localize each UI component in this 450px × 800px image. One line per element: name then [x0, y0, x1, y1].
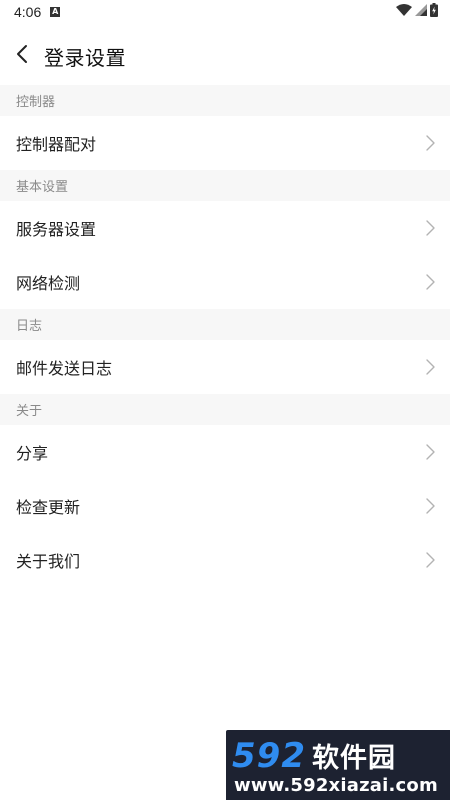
- row-label: 分享: [16, 444, 49, 463]
- page-title: 登录设置: [44, 45, 126, 70]
- chevron-right-icon: [424, 358, 436, 376]
- chevron-right-icon: [424, 219, 436, 237]
- signal-icon: [415, 4, 427, 20]
- back-button[interactable]: [0, 28, 44, 84]
- notification-badge: A: [50, 7, 61, 17]
- section-header-basic-settings: 基本设置: [0, 170, 450, 201]
- row-share[interactable]: 分享: [0, 425, 450, 479]
- battery-icon: [430, 3, 438, 21]
- watermark-brand: 592 软件园: [232, 736, 396, 776]
- row-controller-pairing[interactable]: 控制器配对: [0, 116, 450, 170]
- chevron-left-icon: [16, 44, 28, 68]
- watermark-number: 592: [232, 736, 306, 776]
- status-time: 4:06: [14, 4, 42, 20]
- chevron-right-icon: [424, 497, 436, 515]
- watermark-url: www.592xiazai.com: [234, 775, 438, 796]
- section-title: 基本设置: [16, 180, 69, 195]
- watermark-brand-name: 软件园: [311, 743, 396, 774]
- chevron-right-icon: [424, 443, 436, 461]
- status-bar: 4:06 A: [0, 0, 450, 24]
- section-header-about: 关于: [0, 394, 450, 425]
- chevron-right-icon: [424, 551, 436, 569]
- chevron-right-icon: [424, 273, 436, 291]
- chevron-right-icon: [424, 134, 436, 152]
- row-label: 网络检测: [16, 274, 81, 293]
- row-server-settings[interactable]: 服务器设置: [0, 201, 450, 255]
- wifi-icon: [396, 4, 412, 20]
- section-title: 日志: [16, 319, 43, 334]
- row-network-check[interactable]: 网络检测: [0, 255, 450, 309]
- row-label: 控制器配对: [16, 135, 97, 154]
- section-header-log: 日志: [0, 309, 450, 340]
- watermark-logo: 592 软件园 www.592xiazai.com: [226, 730, 450, 800]
- section-title: 关于: [16, 404, 43, 419]
- app-bar: 登录设置: [0, 28, 450, 84]
- row-check-update[interactable]: 检查更新: [0, 479, 450, 533]
- section-title: 控制器: [16, 95, 56, 110]
- section-header-controller: 控制器: [0, 85, 450, 116]
- row-label: 邮件发送日志: [16, 359, 113, 378]
- status-icons: [396, 3, 438, 21]
- settings-list: 控制器 控制器配对 基本设置 服务器设置 网络检测 日志 邮件发送日志 关于 分…: [0, 85, 450, 587]
- row-label: 检查更新: [16, 498, 81, 517]
- row-email-log[interactable]: 邮件发送日志: [0, 340, 450, 394]
- row-about-us[interactable]: 关于我们: [0, 533, 450, 587]
- row-label: 关于我们: [16, 552, 81, 571]
- row-label: 服务器设置: [16, 220, 97, 239]
